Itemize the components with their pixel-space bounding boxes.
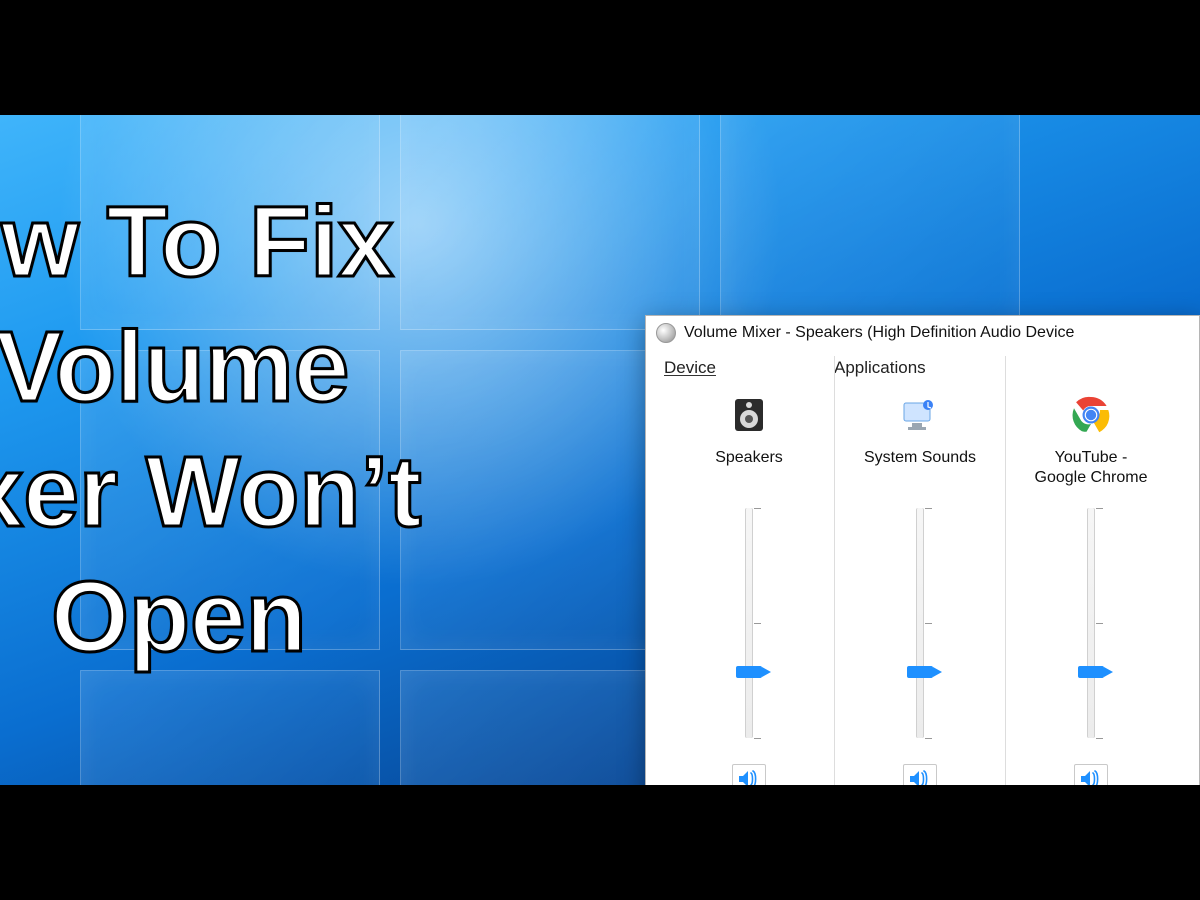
titlebar[interactable]: Volume Mixer - Speakers (High Definition… <box>646 316 1199 348</box>
volume-mixer-icon <box>656 323 676 343</box>
volume-slider-system-sounds[interactable] <box>902 508 938 738</box>
speakers-device-icon[interactable] <box>726 392 772 438</box>
tutorial-headline: ow To Fix Volume ixer Won’t Open <box>0 180 422 680</box>
headline-line1: ow To Fix <box>0 186 394 298</box>
section-device-label: Device <box>664 358 834 378</box>
chrome-icon[interactable] <box>1068 392 1114 438</box>
window-title: Volume Mixer - Speakers (High Definition… <box>684 324 1074 342</box>
system-sounds-icon[interactable] <box>897 392 943 438</box>
channel-label: YouTube - Google Chrome <box>1035 448 1148 490</box>
volume-slider-speakers[interactable] <box>731 508 767 738</box>
headline-line3: ixer Won’t <box>0 436 422 548</box>
letterbox-bottom <box>0 785 1200 900</box>
section-applications-label: Applications <box>834 358 1181 378</box>
headline-line4: Open <box>51 561 307 673</box>
channel-label: System Sounds <box>864 448 976 490</box>
volume-slider-chrome[interactable] <box>1073 508 1109 738</box>
channel-label: Speakers <box>715 448 783 490</box>
section-labels: Device Applications <box>646 358 1199 378</box>
letterbox-top <box>0 0 1200 115</box>
headline-line2: Volume <box>0 311 349 423</box>
